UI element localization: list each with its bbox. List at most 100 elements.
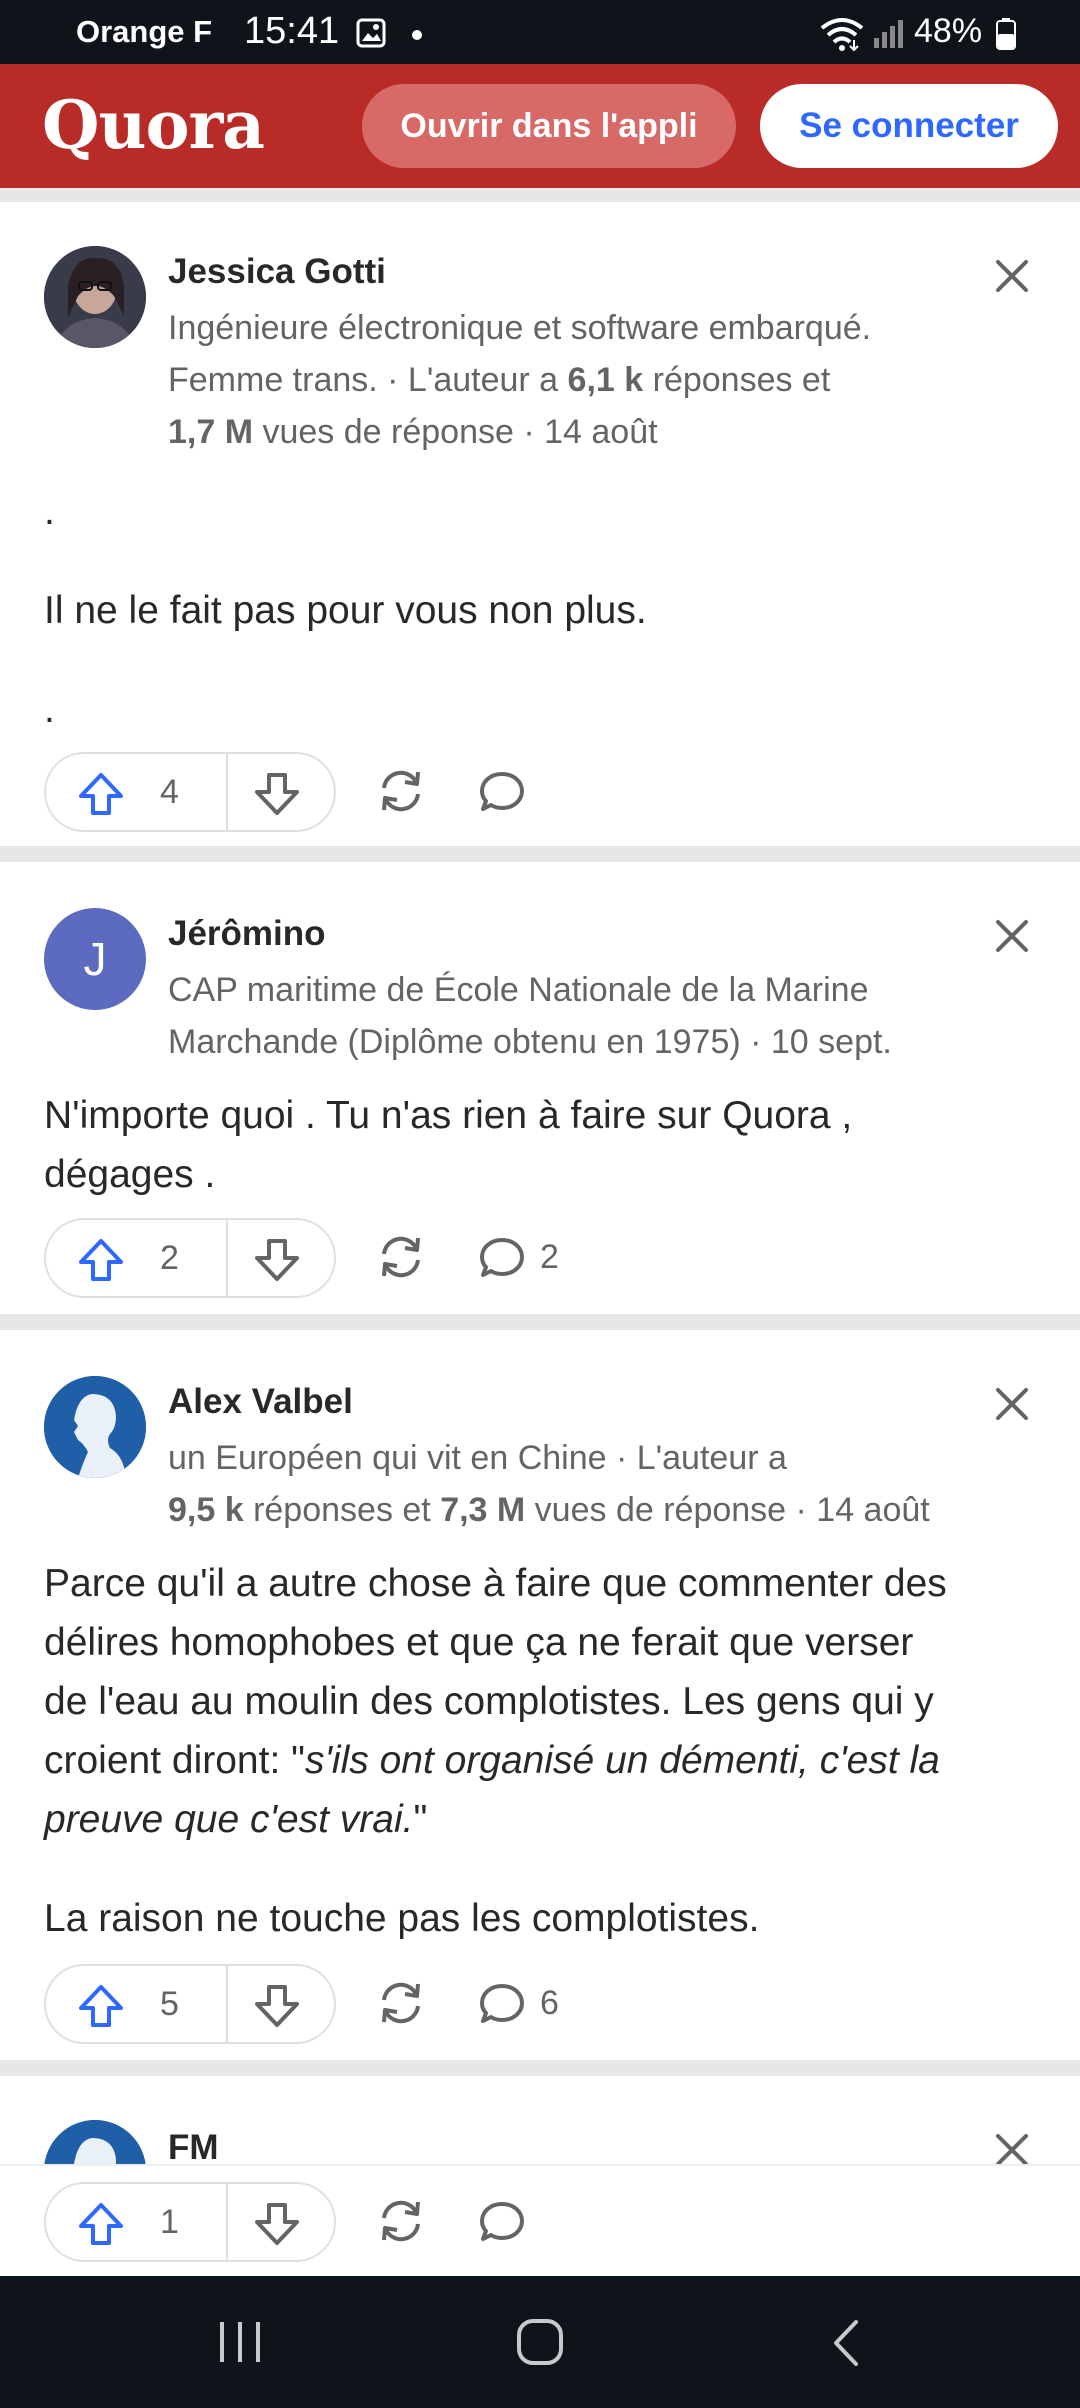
upvote-button[interactable]: 5	[46, 1966, 228, 2042]
share-icon[interactable]	[374, 1976, 428, 2030]
avatar[interactable]	[44, 1376, 146, 1478]
upvote-button[interactable]: 4	[46, 754, 228, 830]
gallery-notification-icon	[356, 18, 386, 48]
avatar-silhouette-icon	[44, 2120, 146, 2166]
comment-icon[interactable]	[478, 1980, 526, 2028]
recent-apps-icon[interactable]	[214, 2320, 266, 2364]
answer-paragraph: .	[44, 688, 55, 731]
quote-text: s'ils ont organisé un démenti, c'est la	[304, 1739, 940, 1782]
credential-line: CAP maritime de École Nationale de la Ma…	[168, 971, 869, 1009]
answer-line: délires homophobes et que ça ne ferait q…	[44, 1621, 914, 1664]
close-icon[interactable]	[992, 256, 1032, 296]
upvote-arrow-icon	[79, 773, 123, 815]
home-icon[interactable]	[516, 2318, 564, 2366]
avatar[interactable]	[44, 2120, 146, 2166]
comment-icon[interactable]	[478, 2198, 526, 2246]
wifi-icon	[820, 18, 864, 52]
downvote-arrow-icon	[255, 1985, 299, 2027]
comment-icon[interactable]	[478, 1234, 526, 1282]
system-nav-bar	[0, 2276, 1080, 2408]
status-bar: Orange F 15:41 48%	[0, 0, 1080, 64]
top-header: Quora Ouvrir dans l'appli Se connecter	[0, 64, 1080, 188]
vote-group: 1	[44, 2182, 336, 2262]
close-icon[interactable]	[992, 2130, 1032, 2166]
quote-text: preuve que c'est vrai.	[44, 1798, 414, 1841]
downvote-button[interactable]	[228, 2184, 334, 2260]
comment-icon[interactable]	[478, 768, 526, 816]
upvote-count: 2	[160, 1239, 179, 1277]
vote-group: 2	[44, 1218, 336, 1298]
section-divider	[0, 188, 1080, 202]
open-in-app-button[interactable]: Ouvrir dans l'appli	[362, 84, 736, 168]
upvote-count: 4	[160, 773, 179, 811]
author-name[interactable]: Jessica Gotti	[168, 252, 386, 292]
view-count: 1,7 M	[168, 413, 254, 451]
avatar-letter: J	[83, 933, 107, 985]
upvote-button[interactable]: 1	[46, 2184, 228, 2260]
avatar[interactable]	[44, 246, 146, 348]
author-credentials: un Européen qui vit en Chine · L'auteur …	[168, 1432, 968, 1536]
answer-body: N'importe quoi . Tu n'as rien à faire su…	[44, 1086, 1044, 1204]
downvote-arrow-icon	[255, 773, 299, 815]
battery-level: 48%	[914, 12, 983, 50]
avatar-silhouette-icon	[44, 1376, 146, 1478]
answer-paragraph: .	[44, 490, 55, 533]
downvote-button[interactable]	[228, 1220, 334, 1296]
answer-body: . Il ne le fait pas pour vous non plus. …	[44, 482, 1044, 739]
upvote-arrow-icon	[79, 2203, 123, 2245]
answer-line: N'importe quoi . Tu n'as rien à faire su…	[44, 1094, 853, 1137]
login-button[interactable]: Se connecter	[760, 84, 1058, 168]
quora-logo[interactable]: Quora	[42, 86, 265, 164]
answer-line: de l'eau au moulin des complotistes. Les…	[44, 1680, 934, 1723]
battery-icon	[996, 18, 1016, 50]
author-name[interactable]: Jérômino	[168, 914, 326, 954]
answer-card: FM	[0, 2076, 1080, 2166]
clock: 15:41	[244, 10, 340, 52]
comment-count: 6	[540, 1984, 559, 2022]
credential-line: Ingénieure électronique et software emba…	[168, 309, 872, 347]
downvote-arrow-icon	[255, 1239, 299, 1281]
answer-card: Jessica Gotti Ingénieure électronique et…	[0, 202, 1080, 846]
answer-card: J Jérômino CAP maritime de École Nationa…	[0, 862, 1080, 1314]
credential-line: 9,5 k réponses et 7,3 M vues de réponse …	[168, 1491, 930, 1529]
avatar[interactable]: J	[44, 908, 146, 1010]
share-icon[interactable]	[374, 1230, 428, 1284]
notification-dot-icon	[412, 30, 422, 40]
credential-line: Marchande (Diplôme obtenu en 1975) · 10 …	[168, 1023, 892, 1061]
close-icon[interactable]	[992, 1384, 1032, 1424]
answer-line: croient diront: "s'ils ont organisé un d…	[44, 1739, 940, 1782]
section-divider	[0, 2060, 1080, 2076]
share-icon[interactable]	[374, 2194, 428, 2248]
answer-line: preuve que c'est vrai."	[44, 1798, 428, 1841]
author-name[interactable]: Alex Valbel	[168, 1382, 353, 1422]
section-divider	[0, 1314, 1080, 1330]
downvote-button[interactable]	[228, 1966, 334, 2042]
credential-line: 1,7 M vues de réponse · 14 août	[168, 413, 658, 451]
sticky-action-bar: 1	[0, 2164, 1080, 2278]
answer-card: Alex Valbel un Européen qui vit en Chine…	[0, 1330, 1080, 2060]
downvote-arrow-icon	[255, 2203, 299, 2245]
carrier-name: Orange F	[76, 14, 213, 49]
view-count: 7,3 M	[440, 1491, 526, 1529]
comment-count: 2	[540, 1238, 559, 1276]
vote-group: 5	[44, 1964, 336, 2044]
back-icon[interactable]	[828, 2318, 862, 2368]
section-divider	[0, 846, 1080, 862]
author-name[interactable]: FM	[168, 2128, 219, 2166]
upvote-button[interactable]: 2	[46, 1220, 228, 1296]
downvote-button[interactable]	[228, 754, 334, 830]
upvote-count: 5	[160, 1985, 179, 2023]
answer-count: 9,5 k	[168, 1491, 244, 1529]
close-icon[interactable]	[992, 916, 1032, 956]
author-credentials: Ingénieure électronique et software emba…	[168, 302, 968, 458]
share-icon[interactable]	[374, 764, 428, 818]
answer-paragraph: Il ne le fait pas pour vous non plus.	[44, 589, 647, 632]
upvote-arrow-icon	[79, 1985, 123, 2027]
vote-group: 4	[44, 752, 336, 832]
upvote-arrow-icon	[79, 1239, 123, 1281]
answer-paragraph: La raison ne touche pas les complotistes…	[44, 1897, 760, 1940]
answer-line: Parce qu'il a autre chose à faire que co…	[44, 1562, 947, 1605]
answer-count: 6,1 k	[567, 361, 644, 399]
answer-line: dégages .	[44, 1153, 216, 1196]
upvote-count: 1	[160, 2203, 179, 2241]
